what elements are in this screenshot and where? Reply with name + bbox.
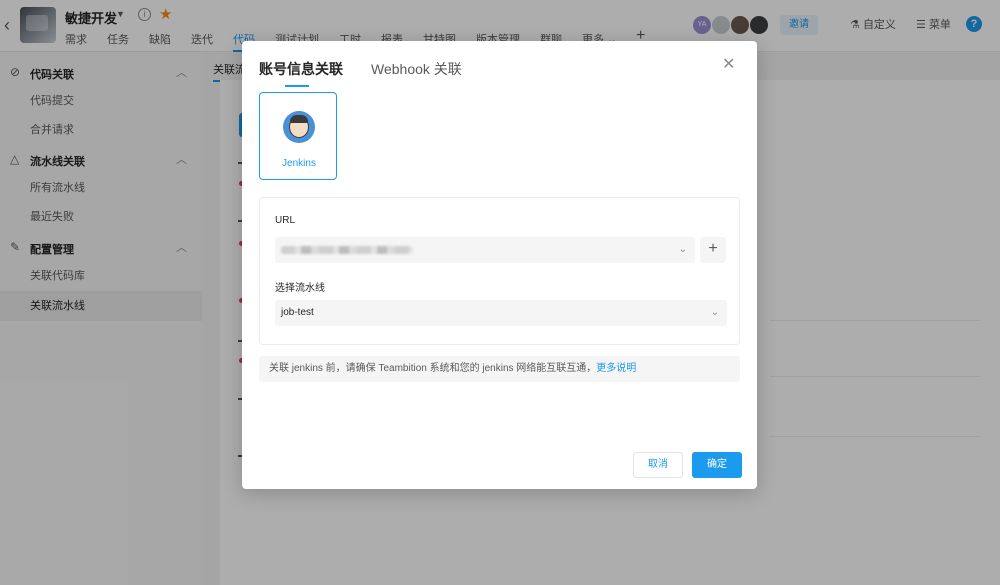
url-value-redacted (281, 246, 413, 254)
network-notice: 关联 jenkins 前，请确保 Teambition 系统和您的 jenkin… (259, 356, 740, 382)
more-info-link[interactable]: 更多说明 (596, 363, 636, 374)
url-label: URL (275, 215, 296, 226)
tab-account-link[interactable]: 账号信息关联 (259, 59, 343, 87)
chevron-down-icon: ⌄ (710, 307, 719, 318)
tab-webhook-link[interactable]: Webhook 关联 (371, 59, 462, 79)
cancel-button[interactable]: 取消 (633, 452, 683, 478)
notice-text: 关联 jenkins 前，请确保 Teambition 系统和您的 jenkin… (269, 363, 597, 374)
link-pipeline-dialog: 账号信息关联 Webhook 关联 ✕ Jenkins URL ⌄ + 选择流水… (242, 41, 757, 489)
chevron-down-icon: ⌄ (678, 244, 687, 255)
jenkins-hair (290, 115, 308, 123)
provider-label: Jenkins (282, 158, 316, 169)
pipeline-select-value: job-test (281, 307, 314, 318)
confirm-button[interactable]: 确定 (692, 452, 742, 478)
add-url-button[interactable]: + (700, 237, 726, 263)
close-icon[interactable]: ✕ (722, 57, 735, 73)
pipeline-label: 选择流水线 (275, 283, 325, 294)
provider-card-jenkins[interactable]: Jenkins (259, 92, 337, 180)
jenkins-logo-icon (283, 111, 315, 143)
url-select[interactable]: ⌄ (275, 237, 695, 263)
config-form: URL ⌄ + 选择流水线 job-test ⌄ (259, 197, 740, 345)
pipeline-select[interactable]: job-test ⌄ (275, 300, 727, 326)
